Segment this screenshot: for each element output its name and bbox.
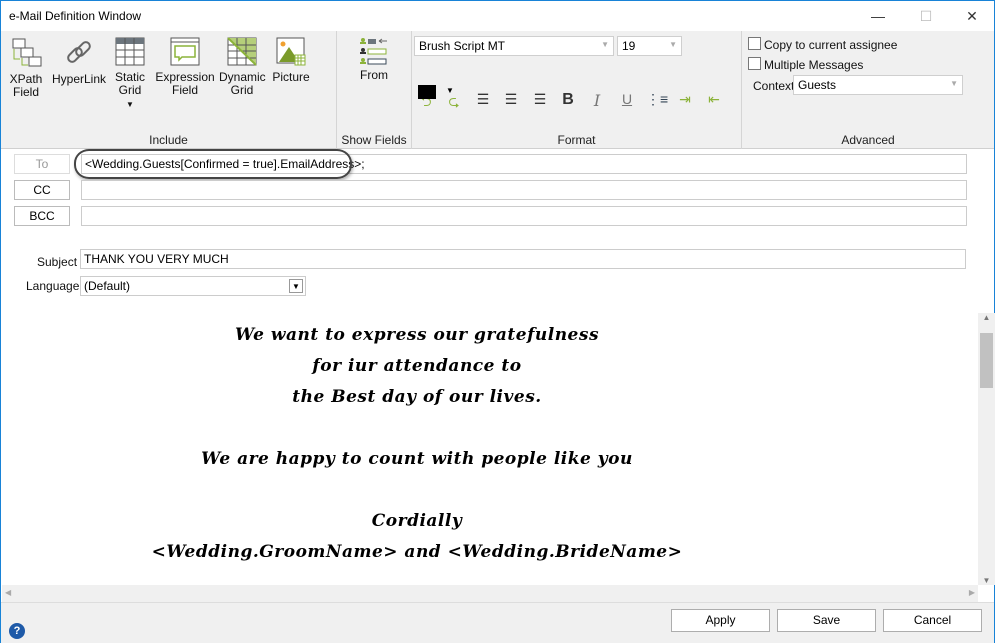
- advanced-group-label: Advanced: [841, 133, 895, 147]
- include-group-label: Include: [149, 133, 188, 147]
- footer: ? Apply Save Cancel: [1, 602, 994, 643]
- format-group: Brush Script MT ▼ 19 ▼ ⮌ ⮎ ☰ ☰ ☰ B I U ⋮≡ …: [412, 31, 742, 149]
- dropdown-arrow-icon[interactable]: ▼: [126, 100, 134, 109]
- minimize-button[interactable]: —: [863, 5, 893, 27]
- language-value: (Default): [84, 279, 131, 293]
- body-line: <Wedding.GroomName> and <Wedding.BrideNa…: [151, 542, 683, 562]
- body-line: the Best day of our lives.: [292, 387, 542, 407]
- show-fields-group: From Show Fields: [337, 31, 412, 149]
- bullet-list-icon[interactable]: ⋮≡: [646, 91, 668, 109]
- highlight-ellipse: [74, 149, 352, 179]
- vertical-scrollbar[interactable]: ▲ ▼: [978, 313, 995, 585]
- scrollbar-thumb[interactable]: [980, 333, 993, 388]
- maximize-button[interactable]: ☐: [911, 5, 941, 27]
- scroll-up-icon[interactable]: ▲: [978, 313, 995, 322]
- window-title: e-Mail Definition Window: [9, 9, 142, 23]
- xpath-label: XPath: [9, 72, 43, 86]
- dynamic-grid-icon: [227, 37, 257, 66]
- format-group-label: Format: [557, 133, 596, 147]
- text-color-dropdown-icon[interactable]: ▼: [446, 86, 454, 95]
- body-line: Cordially: [371, 511, 463, 531]
- static-grid-label: Static: [114, 70, 145, 84]
- multiple-messages-label: Multiple Messages: [764, 58, 864, 72]
- bold-icon[interactable]: B: [558, 91, 578, 109]
- subject-label: Subject: [37, 255, 78, 269]
- chevron-down-icon: ▼: [601, 40, 609, 49]
- align-center-icon[interactable]: ☰: [501, 91, 521, 109]
- apply-button[interactable]: Apply: [671, 609, 770, 632]
- indent-icon[interactable]: ⇥: [675, 91, 695, 109]
- language-select[interactable]: (Default) ▼: [80, 276, 306, 296]
- align-left-icon[interactable]: ☰: [473, 91, 493, 109]
- grid-icon: [115, 37, 145, 66]
- body-line: for iur attendance to: [312, 356, 522, 376]
- chevron-down-icon: ▼: [950, 79, 958, 88]
- picture-icon: [276, 37, 306, 66]
- static-grid-button[interactable]: Static Grid ▼: [111, 37, 149, 111]
- body-editor[interactable]: We want to express our gratefulness for …: [2, 313, 979, 585]
- bcc-input[interactable]: [81, 206, 967, 226]
- ribbon: XPath Field HyperLink Static Grid ▼ Express…: [1, 31, 994, 149]
- cc-button[interactable]: CC: [14, 180, 70, 200]
- scroll-left-icon[interactable]: ◀: [5, 588, 11, 597]
- from-button[interactable]: From: [349, 37, 399, 82]
- chevron-down-icon[interactable]: ▼: [289, 279, 303, 293]
- from-label: From: [360, 68, 388, 82]
- advanced-group: Copy to current assignee Multiple Messag…: [742, 31, 994, 149]
- italic-icon[interactable]: I: [587, 91, 607, 110]
- align-right-icon[interactable]: ☰: [530, 91, 550, 109]
- cc-input[interactable]: [81, 180, 967, 200]
- text-color-swatch[interactable]: [418, 85, 436, 99]
- to-button[interactable]: To: [14, 154, 70, 174]
- expression-label-2: Field: [171, 83, 198, 97]
- chevron-down-icon: ▼: [669, 40, 677, 49]
- underline-icon[interactable]: U: [617, 91, 637, 109]
- from-fields-icon: [360, 38, 387, 65]
- hyperlink-label: HyperLink: [51, 72, 107, 86]
- email-definition-window: e-Mail Definition Window — ☐ ✕ XPath Fiel…: [0, 0, 995, 643]
- body-line: We are happy to count with people like y…: [201, 449, 633, 469]
- context-select[interactable]: Guests ▼: [793, 75, 963, 95]
- title-bar: e-Mail Definition Window — ☐ ✕: [1, 1, 994, 31]
- static-grid-label-2: Grid: [118, 83, 142, 97]
- xpath-label-2: Field: [12, 85, 39, 99]
- bcc-button[interactable]: BCC: [14, 206, 70, 226]
- hyperlink-button[interactable]: HyperLink: [51, 37, 107, 86]
- cancel-button[interactable]: Cancel: [883, 609, 982, 632]
- horizontal-scrollbar[interactable]: ◀ ▶: [2, 585, 978, 602]
- scroll-right-icon[interactable]: ▶: [969, 588, 975, 597]
- multiple-messages-checkbox[interactable]: [748, 57, 761, 70]
- dynamic-grid-button[interactable]: Dynamic Grid: [219, 37, 266, 97]
- include-group: XPath Field HyperLink Static Grid ▼ Express…: [1, 31, 337, 149]
- context-label: Context: [753, 79, 795, 93]
- help-icon[interactable]: ?: [9, 623, 25, 639]
- copy-assignee-checkbox[interactable]: [748, 37, 761, 50]
- outdent-icon[interactable]: ⇤: [704, 91, 724, 109]
- xpath-field-button[interactable]: XPath Field: [7, 37, 45, 99]
- font-value: Brush Script MT: [419, 39, 506, 53]
- dynamic-grid-label-2: Grid: [230, 83, 254, 97]
- font-size-value: 19: [622, 39, 636, 53]
- copy-assignee-label: Copy to current assignee: [764, 38, 898, 52]
- show-fields-group-label: Show Fields: [341, 133, 407, 147]
- expression-field-button[interactable]: Expression Field: [155, 37, 215, 97]
- context-value: Guests: [798, 78, 837, 92]
- close-button[interactable]: ✕: [957, 5, 987, 27]
- save-button[interactable]: Save: [777, 609, 876, 632]
- xpath-field-icon: [12, 38, 42, 67]
- expression-label: Expression: [155, 70, 215, 84]
- picture-label: Picture: [272, 70, 310, 84]
- font-family-select[interactable]: Brush Script MT ▼: [414, 36, 614, 56]
- scroll-down-icon[interactable]: ▼: [978, 576, 995, 585]
- subject-input[interactable]: THANK YOU VERY MUCH: [80, 249, 966, 269]
- dynamic-grid-label: Dynamic: [219, 70, 266, 84]
- body-line: We want to express our gratefulness: [234, 325, 600, 345]
- picture-button[interactable]: Picture: [271, 37, 311, 84]
- expression-icon: [170, 37, 200, 66]
- link-icon: [67, 41, 91, 63]
- font-size-select[interactable]: 19 ▼: [617, 36, 682, 56]
- language-label: Language:: [26, 279, 83, 293]
